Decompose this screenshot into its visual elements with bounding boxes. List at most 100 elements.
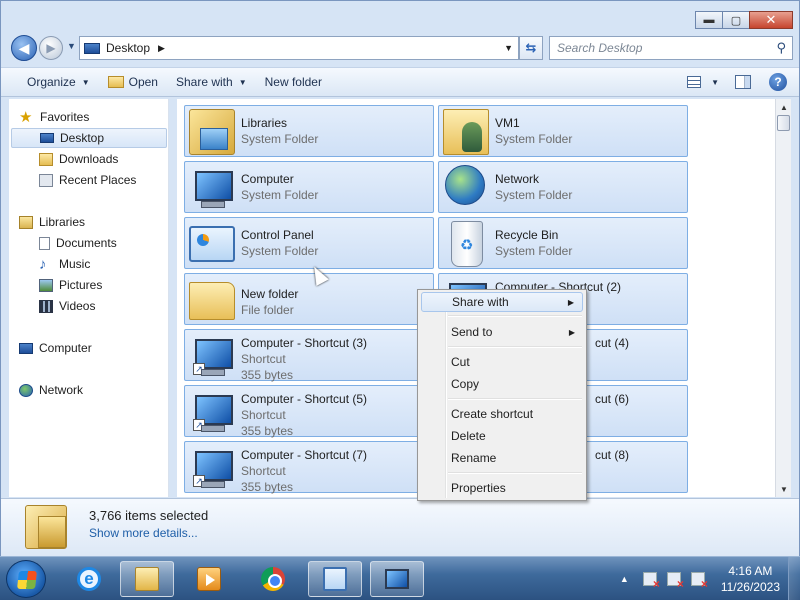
menu-item-rename[interactable]: Rename (421, 448, 583, 468)
file-item-new-folder[interactable]: New folder File folder (184, 273, 434, 325)
internet-explorer-icon: e (77, 567, 101, 591)
scroll-up-icon[interactable]: ▲ (776, 99, 792, 115)
file-item-vm1[interactable]: VM1 System Folder (438, 105, 688, 157)
back-button[interactable]: ◀ (11, 35, 37, 61)
media-player-icon (197, 567, 221, 591)
item-name: cut (8) (595, 448, 630, 462)
shortcut-arrow-icon: ↗ (193, 363, 205, 375)
nav-desktop[interactable]: Desktop (11, 128, 167, 148)
menu-separator (448, 315, 582, 317)
network-status-icon[interactable] (666, 572, 684, 591)
file-item-computer-shortcut-5[interactable]: ↗ Computer - Shortcut (5) Shortcut 355 b… (184, 385, 434, 438)
menu-item-copy[interactable]: Copy (421, 374, 583, 394)
system-tray: ▲ 4:16 AM 11/26/2023 (620, 557, 800, 600)
arrow-left-icon: ◀ (18, 39, 30, 56)
network-globe-icon (445, 165, 485, 205)
file-item-computer-shortcut-7[interactable]: ↗ Computer - Shortcut (7) Shortcut 355 b… (184, 441, 434, 494)
address-dropdown-icon[interactable]: ▼ (504, 43, 513, 53)
breadcrumb-chevron-icon[interactable]: ▶ (158, 43, 165, 54)
show-more-details-link[interactable]: Show more details... (89, 526, 198, 540)
scroll-thumb[interactable] (777, 115, 790, 131)
file-item-computer-shortcut-3[interactable]: ↗ Computer - Shortcut (3) Shortcut 355 b… (184, 329, 434, 382)
vertical-scrollbar[interactable]: ▲ ▼ (775, 99, 791, 497)
address-row: ◀ ▶ ▼ Desktop ▶ ▼ ⇆ Search Desktop ⚲ (9, 35, 793, 61)
nav-network[interactable]: Network (19, 380, 83, 400)
nav-music-label: Music (59, 257, 91, 271)
organize-button[interactable]: Organize ▼ (27, 75, 90, 89)
new-folder-button[interactable]: New folder (265, 75, 322, 89)
item-name: Computer - Shortcut (3) (241, 336, 368, 350)
computer-icon: ↗ (189, 389, 235, 435)
item-type: System Folder (495, 244, 573, 258)
taskbar-control-panel[interactable] (308, 561, 362, 597)
submenu-arrow-icon: ▶ (567, 297, 574, 307)
multiple-items-icon (25, 505, 67, 549)
menu-item-create-shortcut[interactable]: Create shortcut (421, 404, 583, 424)
title-bar[interactable]: ▬ ▢ ✕ (1, 1, 799, 31)
taskbar-windows-explorer[interactable] (120, 561, 174, 597)
menu-item-share-with[interactable]: Share with ▶ (421, 292, 583, 312)
minimize-button[interactable]: ▬ (695, 11, 723, 29)
file-item-recycle-bin[interactable]: Recycle Bin System Folder (438, 217, 688, 269)
item-type: System Folder (241, 188, 319, 202)
taskbar-computer[interactable] (370, 561, 424, 597)
preview-pane-icon[interactable] (735, 75, 751, 89)
nav-music[interactable]: ♪ Music (39, 254, 90, 274)
breadcrumb-desktop[interactable]: Desktop (106, 41, 150, 55)
menu-item-delete[interactable]: Delete (421, 426, 583, 446)
chevron-down-icon: ▼ (67, 41, 76, 51)
file-item-network[interactable]: Network System Folder (438, 161, 688, 213)
item-type: System Folder (241, 132, 319, 146)
show-desktop-button[interactable] (788, 557, 800, 600)
nav-pictures[interactable]: Pictures (39, 275, 102, 295)
clock[interactable]: 4:16 AM 11/26/2023 (721, 563, 780, 595)
recent-pages-dropdown[interactable]: ▼ (67, 41, 76, 51)
volume-muted-icon[interactable] (690, 572, 708, 591)
search-icon[interactable]: ⚲ (776, 40, 786, 56)
menu-item-send-to[interactable]: Send to ▶ (421, 322, 583, 342)
menu-item-cut[interactable]: Cut (421, 352, 583, 372)
help-icon[interactable]: ? (769, 73, 787, 91)
nav-computer[interactable]: Computer (19, 338, 92, 358)
nav-recent-places[interactable]: Recent Places (39, 170, 136, 190)
recent-places-icon (39, 173, 53, 187)
close-button[interactable]: ✕ (749, 11, 793, 29)
scroll-down-icon[interactable]: ▼ (776, 481, 792, 497)
taskbar-internet-explorer[interactable]: e (62, 561, 116, 597)
search-input[interactable]: Search Desktop ⚲ (549, 36, 793, 60)
desktop-icon (84, 42, 100, 54)
show-hidden-icons-icon[interactable]: ▲ (620, 574, 629, 584)
action-center-flag-icon[interactable] (642, 572, 660, 591)
file-item-libraries[interactable]: Libraries System Folder (184, 105, 434, 157)
nav-recent-places-label: Recent Places (59, 173, 137, 187)
view-options-chevron-icon[interactable]: ▼ (711, 78, 719, 87)
address-bar[interactable]: Desktop ▶ ▼ (79, 36, 519, 60)
item-name: New folder (241, 287, 299, 301)
film-icon (39, 299, 53, 313)
open-button[interactable]: Open (107, 75, 158, 89)
folder-icon (189, 282, 235, 320)
taskbar-chrome[interactable] (246, 561, 300, 597)
taskbar-media-player[interactable] (182, 561, 236, 597)
nav-documents[interactable]: Documents (39, 233, 117, 253)
nav-videos-label: Videos (59, 299, 96, 313)
share-with-button[interactable]: Share with ▼ (176, 75, 247, 89)
maximize-button[interactable]: ▢ (722, 11, 750, 29)
chevron-down-icon: ▼ (81, 77, 90, 87)
taskbar: e ▲ 4:16 AM 11/26/2023 (0, 556, 800, 600)
file-item-control-panel[interactable]: Control Panel System Folder (184, 217, 434, 269)
nav-videos[interactable]: Videos (39, 296, 95, 316)
refresh-button[interactable]: ⇆ (519, 36, 543, 60)
menu-item-properties[interactable]: Properties (421, 478, 583, 498)
change-view-icon[interactable] (687, 76, 702, 88)
item-name: VM1 (495, 116, 520, 130)
file-item-computer[interactable]: Computer System Folder (184, 161, 434, 213)
start-button[interactable] (6, 560, 46, 598)
forward-button[interactable]: ▶ (39, 36, 63, 60)
nav-libraries[interactable]: Libraries (19, 212, 85, 232)
folder-icon (107, 76, 124, 88)
menu-separator (448, 472, 582, 474)
nav-downloads[interactable]: Downloads (39, 149, 118, 169)
nav-favorites[interactable]: ★ Favorites (19, 107, 89, 127)
menu-label: Cut (451, 355, 470, 369)
